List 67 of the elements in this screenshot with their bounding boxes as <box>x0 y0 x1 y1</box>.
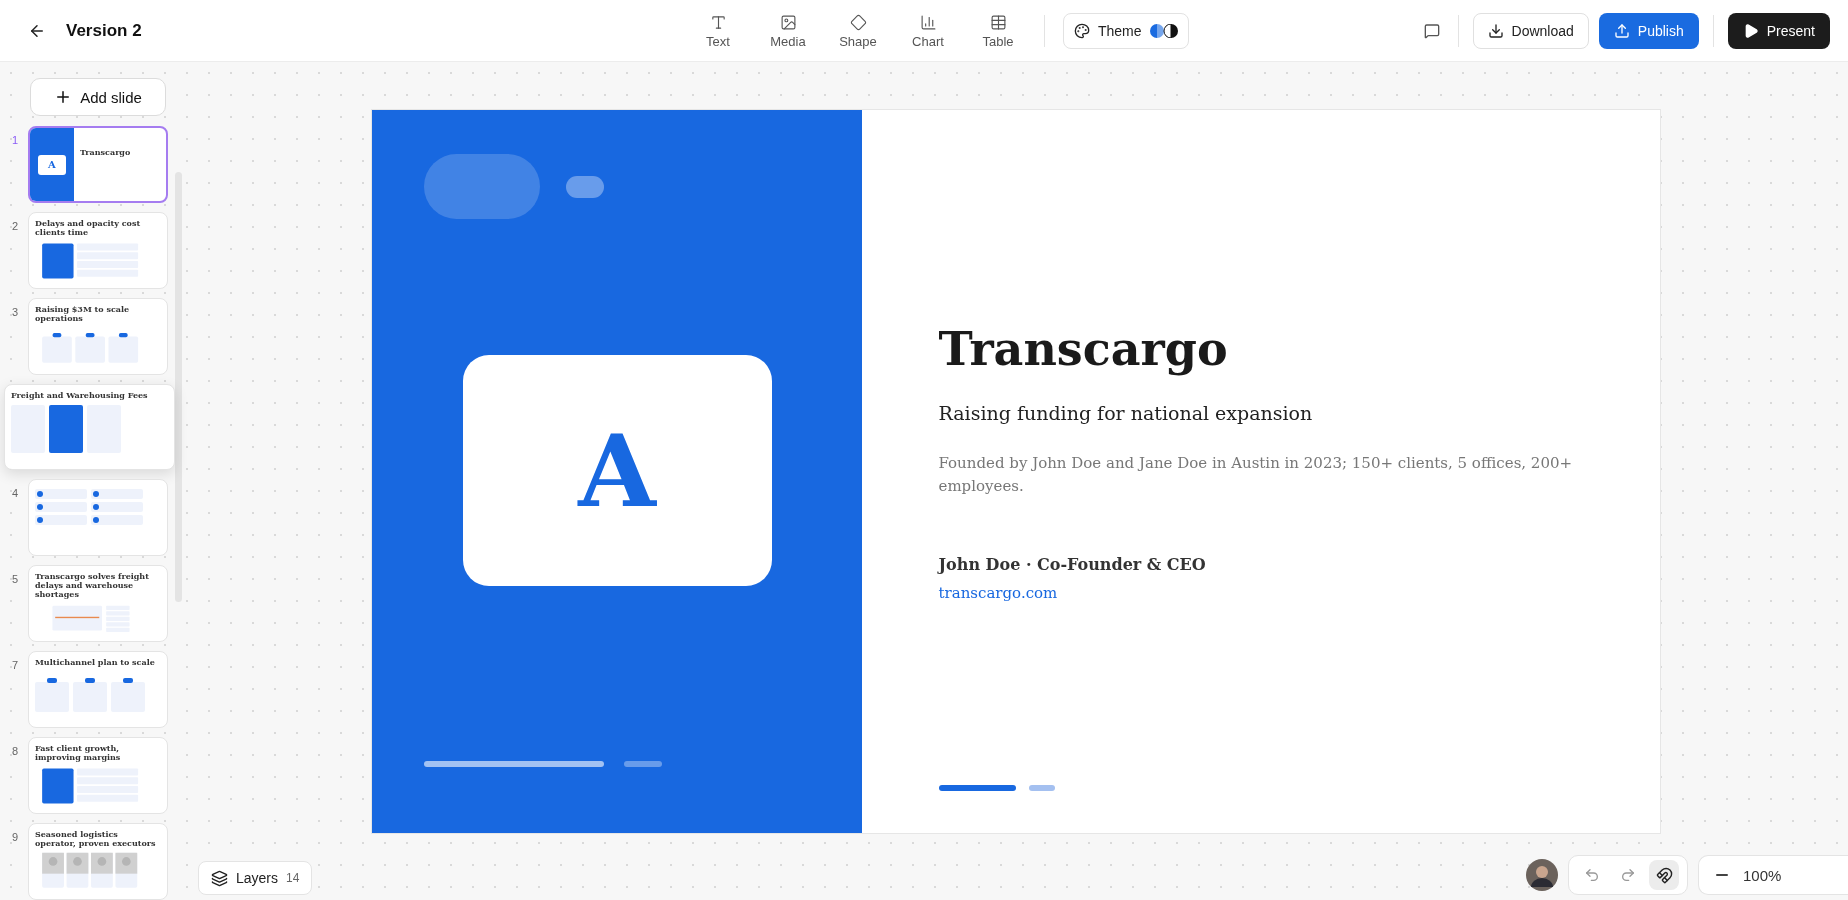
thumbnail-title: Raising $3M to scale operations <box>35 305 131 324</box>
download-icon <box>1487 22 1504 39</box>
slide-thumbnail[interactable]: Freight and Warehousing Fees <box>4 384 175 470</box>
theme-button[interactable]: Theme <box>1063 13 1189 49</box>
slide-thumbnail[interactable]: Fast client growth, improving margins <box>28 737 168 814</box>
scrollbar[interactable] <box>175 172 182 602</box>
logo-letter: A <box>578 411 656 530</box>
slide-thumbnail[interactable]: Transcargo solves freight delays and warehouse shortages <box>28 565 168 642</box>
comment-icon <box>1423 22 1440 39</box>
slide-thumbnail[interactable]: Multichannel plan to scale <box>28 651 168 728</box>
slide-number: 5 <box>12 572 20 585</box>
slide-thumbnail[interactable]: Delays and opacity cost clients time <box>28 212 168 289</box>
slide-number: 8 <box>12 744 20 757</box>
thumbnail-title: Delays and opacity cost clients time <box>35 219 142 238</box>
snap-button[interactable] <box>1649 860 1679 890</box>
toolbar-tool[interactable]: Shape <box>830 13 886 49</box>
toolbar-tool[interactable]: Chart <box>900 13 956 49</box>
thumbnail-title: Fast client growth, improving margins <box>35 744 122 763</box>
text-icon <box>709 13 727 31</box>
redo-icon <box>1620 867 1636 883</box>
slide-title: Transcargo <box>938 322 1229 376</box>
layers-button[interactable]: Layers 14 <box>198 861 313 895</box>
toolbar-tool[interactable]: Table <box>970 13 1026 49</box>
image-icon <box>779 13 797 31</box>
slide-description: Founded by John Doe and Jane Doe in Austin in 2023; 150+ clients, 5 offices, 200+ employees. <box>938 453 1574 498</box>
layers-icon <box>211 869 228 887</box>
table-icon <box>989 13 1007 31</box>
slide-thumbnail[interactable]: Seasoned logistics operator, proven executors <box>28 823 168 900</box>
slide-thumbnail[interactable]: Raising $3M to scale operations <box>28 298 168 375</box>
thumbnail-title: Freight and Warehousing Fees <box>11 391 149 401</box>
slide-number: 7 <box>12 658 20 671</box>
zoom-level: 100% <box>1743 866 1782 884</box>
slide-thumbnail[interactable]: A Transcargo <box>28 126 168 203</box>
user-avatar[interactable] <box>1526 859 1558 891</box>
decorative-pill <box>565 175 604 198</box>
palette-icon <box>1074 23 1090 39</box>
slide-number: 4 <box>12 486 20 499</box>
slide-number: 1 <box>12 133 20 146</box>
website-link[interactable]: transcargo.com <box>938 583 1580 602</box>
slide-number: 2 <box>12 219 20 232</box>
thumbnail-logo-letter: A <box>48 159 56 170</box>
magnet-icon <box>1655 866 1673 884</box>
slide-number: 9 <box>12 830 20 843</box>
upload-icon <box>1613 22 1630 39</box>
add-slide-button[interactable]: Add slide <box>30 78 166 116</box>
thumbnail-title: Seasoned logistics operator, proven executors <box>35 830 157 849</box>
slide-thumbnail[interactable] <box>28 479 168 556</box>
decorative-bar <box>623 761 662 767</box>
slide-subtitle: Raising funding for national expansion <box>938 402 1314 424</box>
download-button[interactable]: Download <box>1472 12 1589 49</box>
slide-number: 3 <box>12 305 20 318</box>
minus-icon <box>1716 874 1728 876</box>
presenter-name: John Doe · Co-Founder & CEO <box>938 554 1207 574</box>
document-title: Version 2 <box>66 20 142 41</box>
theme-toggle-icon <box>1149 24 1178 38</box>
thumbnail-title: Transcargo solves freight delays and warehouse shortages <box>35 572 150 600</box>
decorative-bar <box>1028 785 1055 791</box>
thumbnail-title: Multichannel plan to scale <box>35 658 156 668</box>
undo-icon <box>1584 867 1600 883</box>
thumbnail-title: Transcargo <box>80 148 131 158</box>
present-button[interactable]: Present <box>1727 12 1830 49</box>
diamond-icon <box>849 13 867 31</box>
publish-button[interactable]: Publish <box>1598 12 1699 49</box>
layers-count: 14 <box>286 871 300 885</box>
toolbar-tool[interactable]: Text <box>690 13 746 49</box>
bar-chart-icon <box>919 13 937 31</box>
toolbar-tool[interactable]: Media <box>760 13 816 49</box>
